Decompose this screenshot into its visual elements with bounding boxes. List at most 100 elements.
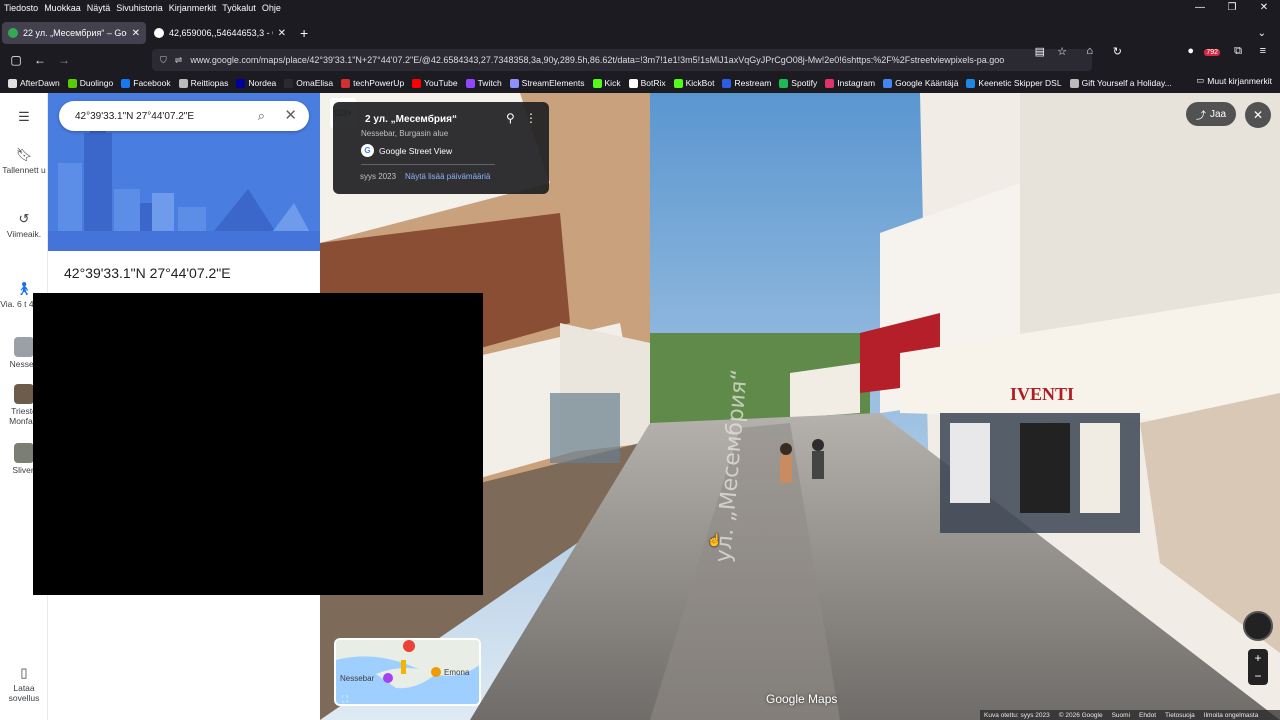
url-bar[interactable]: ⛉ ⇌ www.google.com/maps/place/42°39'33.1… [152,49,1092,71]
bookmark-item[interactable]: AfterDawn [8,78,60,88]
bookmark-item[interactable]: KickBot [673,78,714,88]
place-thumbnail [14,337,34,357]
home-icon[interactable]: ⌂ [1086,45,1093,57]
history-icon: ↺ [18,211,30,226]
sidebar-toggle-icon[interactable]: ▢ [4,53,28,67]
recent-button[interactable]: ↺ Viimeaik. [0,211,48,239]
bookmark-item[interactable]: Gift Yourself a Holiday... [1069,78,1172,88]
share-label: Jaa [1209,108,1227,120]
other-bookmarks[interactable]: ▭ Muut kirjanmerkit [1196,75,1272,86]
extension-badge[interactable]: 792 [1204,49,1220,56]
menu-help[interactable]: Ohje [262,3,281,13]
place-hero-illustration: 42°39'33.1"N 27°44'07.2"E ⌕ ✕ [48,93,320,251]
maps-pin-icon [8,28,18,38]
menu-file[interactable]: Tiedosto [4,3,38,13]
reader-view-icon[interactable]: ▤ [1035,45,1045,58]
location-pin-icon[interactable]: ⚲ [506,111,515,125]
page-viewport: ☰ 🔖︎ Tallennett u ↺ Viimeaik. 🚶︎ Via. 6 … [0,93,1280,720]
bookmark-favicon-icon [341,78,351,88]
shield-icon[interactable]: ⛉ [160,55,167,66]
download-app-button[interactable]: ▯ Lataa sovellus [0,665,48,703]
zoom-control[interactable]: + − [1248,649,1268,685]
tab-bar: 22 ул. „Месембрия“ – Google M ✕ 42,65900… [0,20,1280,46]
close-window-icon[interactable]: ✕ [1248,0,1280,16]
bookmark-item[interactable]: Kick [592,78,621,88]
tab-maps-active[interactable]: 22 ул. „Месембрия“ – Google M ✕ [2,22,146,44]
saved-button[interactable]: 🔖︎ Tallennett u [0,147,48,175]
bookmark-label: techPowerUp [353,78,405,88]
clear-search-icon[interactable]: ✕ [284,106,297,124]
bookmark-item[interactable]: StreamElements [509,78,585,88]
bookmark-item[interactable]: Spotify [779,78,817,88]
menu-bookmarks[interactable]: Kirjanmerkit [169,3,217,13]
extensions-icon[interactable]: ⧉ [1234,45,1242,58]
menu-history[interactable]: Sivuhistoria [116,3,163,13]
restore-icon[interactable]: ❐ [1216,0,1248,16]
url-text[interactable]: www.google.com/maps/place/42°39'33.1"N+2… [190,55,1004,65]
tab-close-icon[interactable]: ✕ [278,28,286,39]
more-dates-link[interactable]: Näytä lisää päivämääriä [405,172,490,181]
bookmark-item[interactable]: Google Kääntäjä [883,78,958,88]
minimize-icon[interactable]: — [1184,0,1216,16]
zoom-out-icon[interactable]: − [1248,667,1268,685]
mouse-cursor-icon: ☝ [707,533,722,547]
bookmark-item[interactable]: Reittiopas [178,78,228,88]
bookmark-label: Kick [604,78,621,88]
saved-label: Tallennett u [2,165,46,175]
bookmark-item[interactable]: BotRix [628,78,666,88]
bookmark-item[interactable]: Restream [722,78,771,88]
footer-capture: Kuva otettu: syys 2023 [984,711,1050,719]
compass-icon[interactable] [1243,611,1273,641]
menu-icon[interactable]: ☰ [0,109,48,127]
tab-close-icon[interactable]: ✕ [132,28,140,39]
bookmark-favicon-icon [67,78,77,88]
bookmark-item[interactable]: YouTube [412,78,458,88]
fullscreen-icon[interactable]: ⛶ [341,694,349,705]
menu-edit[interactable]: Muokkaa [44,3,81,13]
footer-privacy[interactable]: Tietosuoja [1165,712,1195,719]
bookmark-label: YouTube [424,78,458,88]
bookmark-item[interactable]: Instagram [825,78,875,88]
hamburger-menu-icon[interactable]: ≡ [1260,45,1266,57]
minimap-map[interactable]: Nessebar Emona ⛶ [336,640,481,706]
bookmark-item[interactable]: Nordea [236,78,276,88]
footer-language[interactable]: Suomi [1112,712,1130,719]
minimap[interactable]: Nessebar Emona ⛶ [334,638,481,706]
search-icon[interactable]: ⌕ [258,108,265,124]
bookmark-label: Spotify [791,78,818,88]
place-title: 42°39'33.1"N 27°44'07.2"E [64,265,231,281]
bookmark-item[interactable]: OmaElisa [284,78,333,88]
menu-view[interactable]: Näytä [87,3,111,13]
map-footer: Kuva otettu: syys 2023 © 2026 Google Suo… [980,710,1280,720]
share-button[interactable]: ⤴ Jaa [1186,102,1236,126]
bookmarks-bar: AfterDawn Duolingo Facebook Reittiopas Norde… [0,75,1280,91]
bookmark-favicon-icon [178,78,188,88]
zoom-in-icon[interactable]: + [1248,649,1268,667]
new-tab-icon[interactable]: + [300,25,308,41]
back-icon[interactable]: ← [28,53,52,67]
forward-icon[interactable]: → [52,53,76,67]
reload-icon[interactable]: ↻ [1113,45,1122,58]
bookmark-star-icon[interactable]: ☆ [1057,45,1067,58]
bookmark-item[interactable]: techPowerUp [341,78,404,88]
menu-tools[interactable]: Työkalut [222,3,256,13]
bookmark-label: Nordea [248,78,277,88]
bookmark-item[interactable]: Keenetic Skipper DSL [966,78,1062,88]
bookmark-item[interactable]: Facebook [121,78,171,88]
close-street-view-button[interactable]: ✕ [1245,102,1271,128]
bookmark-item[interactable]: Duolingo [67,78,113,88]
bookmark-favicon-icon [722,78,732,88]
footer-report[interactable]: Ilmoita ongelmasta [1204,712,1259,719]
permissions-icon[interactable]: ⇌ [175,55,183,66]
bookmark-favicon-icon [412,78,422,88]
list-tabs-icon[interactable]: ⌄ [1258,28,1266,39]
footer-terms[interactable]: Ehdot [1139,712,1156,719]
account-icon[interactable]: ● [1187,45,1194,57]
bookmark-icon: 🔖︎ [15,147,33,162]
search-input[interactable]: 42°39'33.1"N 27°44'07.2"E [75,111,194,122]
bookmark-item[interactable]: Twitch [465,78,502,88]
more-options-icon[interactable]: ⋮ [525,111,537,125]
tab-google[interactable]: 42,659006,,54644653,3 - Googl ✕ [148,22,292,44]
street-view-source: G Google Street View [361,144,452,157]
search-box[interactable]: 42°39'33.1"N 27°44'07.2"E ⌕ ✕ [59,101,309,131]
